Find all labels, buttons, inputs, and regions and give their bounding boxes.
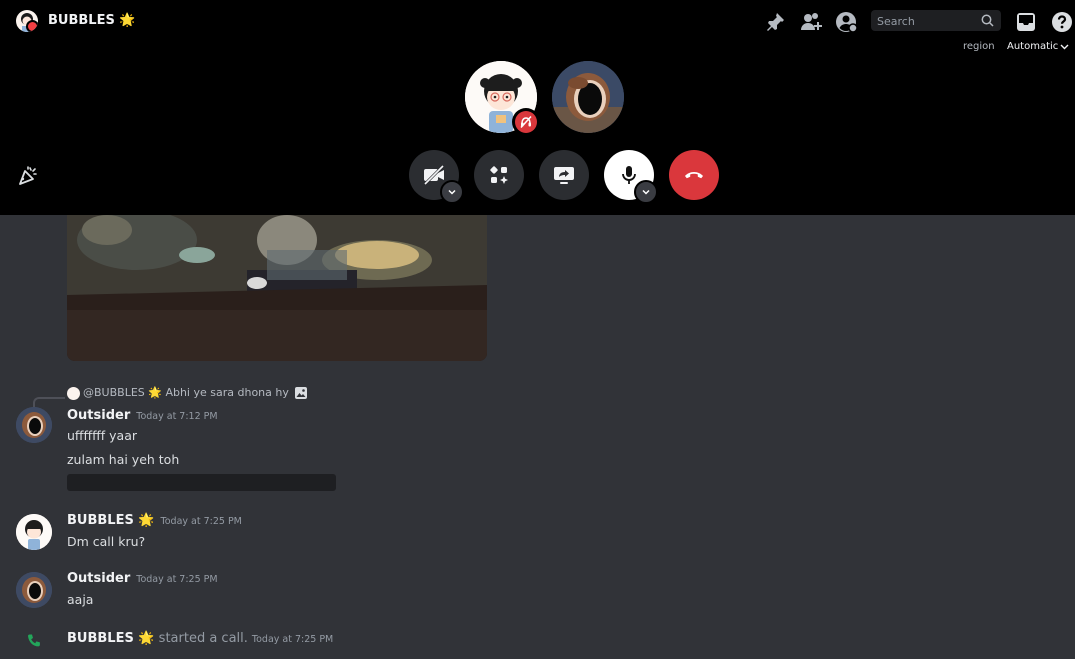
search-input[interactable] <box>875 10 979 33</box>
message-text: ufffffff yaar <box>67 428 137 443</box>
help-icon[interactable] <box>1050 10 1074 34</box>
message-text: zulam hai yeh toh <box>67 452 180 467</box>
soundboard-icon[interactable] <box>16 164 40 188</box>
region-label: region <box>963 41 995 52</box>
top-bar: BUBBLES 🌟 <box>0 0 1075 42</box>
search-icon <box>981 14 994 27</box>
search-box[interactable] <box>871 10 1001 33</box>
region-value: Automatic <box>1007 41 1059 52</box>
avatar-outsider[interactable] <box>16 407 52 443</box>
pin-icon[interactable] <box>763 10 787 34</box>
reply-reference[interactable]: @BUBBLES 🌟 Abhi ye sara dhona hy <box>67 386 308 400</box>
message-image-attachment[interactable] <box>67 215 487 361</box>
camera-options-button[interactable] <box>440 180 464 204</box>
hang-up-icon <box>685 172 703 179</box>
screen-share-icon <box>554 167 574 184</box>
message-author[interactable]: BUBBLES 🌟 Today at 7:25 PM <box>67 513 242 528</box>
deafened-icon <box>520 115 532 129</box>
user-profile-icon[interactable] <box>835 10 859 34</box>
message-text: aaja <box>67 592 94 607</box>
chevron-down-icon <box>448 189 456 195</box>
message-timestamp: Today at 7:25 PM <box>160 516 242 527</box>
dnd-status-icon <box>26 20 38 32</box>
dm-title: BUBBLES 🌟 <box>48 13 136 28</box>
message-text: Dm call kru? <box>67 534 146 549</box>
activities-button[interactable] <box>474 150 524 200</box>
message-author[interactable]: Outsider Today at 7:25 PM <box>67 571 218 586</box>
author-name[interactable]: Outsider <box>67 408 130 423</box>
message-author[interactable]: Outsider Today at 7:12 PM <box>67 408 218 423</box>
author-name[interactable]: BUBBLES 🌟 <box>67 513 155 528</box>
message-timestamp: Today at 7:25 PM <box>136 574 218 585</box>
redacted-bar <box>67 474 336 491</box>
muted-badge <box>512 108 540 136</box>
call-area: BUBBLES 🌟 Search region Automatic <box>0 0 1075 215</box>
participant-avatar-outsider[interactable] <box>552 61 624 133</box>
avatar-bubbles[interactable] <box>16 514 52 550</box>
avatar-outsider[interactable] <box>16 572 52 608</box>
disconnect-button[interactable] <box>669 150 719 200</box>
reply-avatar <box>67 386 80 400</box>
author-name[interactable]: BUBBLES 🌟 <box>67 631 155 646</box>
chevron-down-icon <box>1060 44 1069 49</box>
region-select[interactable]: Automatic <box>1007 41 1069 52</box>
system-message: BUBBLES 🌟 started a call. Today at 7:25 P… <box>67 631 333 646</box>
dm-avatar[interactable] <box>16 10 38 32</box>
activities-icon <box>490 166 508 184</box>
reply-text: Abhi ye sara dhona hy <box>165 386 289 399</box>
phone-icon <box>26 633 42 653</box>
system-action: started a call. <box>158 631 248 646</box>
microphone-options-button[interactable] <box>634 180 658 204</box>
image-icon <box>295 387 308 399</box>
author-name[interactable]: Outsider <box>67 571 130 586</box>
message-timestamp: Today at 7:25 PM <box>251 634 334 645</box>
message-timestamp: Today at 7:12 PM <box>136 411 218 422</box>
screen-share-button[interactable] <box>539 150 589 200</box>
chevron-down-icon <box>642 189 650 195</box>
inbox-icon[interactable] <box>1014 10 1038 34</box>
add-friend-icon[interactable] <box>799 10 823 34</box>
reply-mention[interactable]: @BUBBLES 🌟 <box>83 386 162 399</box>
